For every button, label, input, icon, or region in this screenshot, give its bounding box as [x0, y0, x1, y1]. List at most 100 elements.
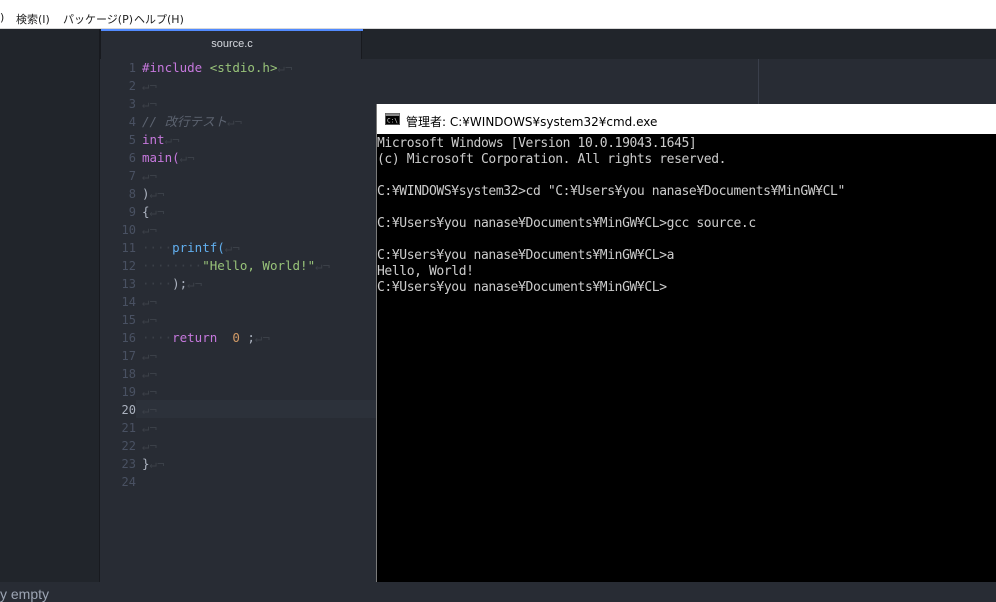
eol-mark: ↵¬ [142, 420, 158, 435]
eol-mark: ↵¬ [277, 60, 293, 75]
return-keyword: return [172, 330, 218, 345]
code-line-18: ↵¬ [142, 365, 157, 383]
line-number-active: 20 [121, 403, 136, 417]
code-line-6: main(↵¬ [142, 149, 195, 167]
include-header: <stdio.h> [209, 60, 278, 75]
eol-mark: ↵¬ [164, 132, 180, 147]
wrap-guide [758, 59, 759, 105]
code-line-17: ↵¬ [142, 347, 157, 365]
line-number: 1 [128, 61, 136, 75]
tree-view-empty-message: y empty [0, 586, 50, 602]
console-prompt-line: C:¥Users¥you nanase¥Documents¥MinGW¥CL> [377, 280, 667, 295]
line-number: 13 [121, 277, 136, 291]
line-number: 8 [128, 187, 136, 201]
menu-item-help[interactable]: ヘルプ(H) [134, 11, 184, 27]
code-line-4: // 改行テスト↵¬ [142, 113, 242, 131]
type-keyword: int [142, 132, 165, 147]
eol-mark: ↵¬ [142, 78, 158, 93]
line-number: 18 [121, 367, 136, 381]
line-number: 10 [121, 223, 136, 237]
code-line-1: #include <stdio.h>↵¬ [142, 59, 293, 77]
indent-mark: ···· [142, 330, 173, 345]
line-number: 12 [121, 259, 136, 273]
line-number: 5 [128, 133, 136, 147]
call-close: ); [172, 276, 188, 291]
semicolon: ; [247, 330, 255, 345]
code-line-10: ↵¬ [142, 221, 157, 239]
line-number: 9 [128, 205, 136, 219]
indent-mark: ···· [142, 240, 173, 255]
code-line-23: }↵¬ [142, 455, 165, 473]
line-number: 14 [121, 295, 136, 309]
code-line-21: ↵¬ [142, 419, 157, 437]
eol-mark: ↵¬ [142, 294, 158, 309]
code-line-2: ↵¬ [142, 77, 157, 95]
line-number: 22 [121, 439, 136, 453]
line-number: 11 [121, 241, 136, 255]
code-line-5: int↵¬ [142, 131, 180, 149]
tab-label: source.c [211, 38, 253, 50]
line-number: 7 [128, 169, 136, 183]
console-line: (c) Microsoft Corporation. All rights re… [377, 152, 727, 167]
tree-view-panel: y empty [0, 29, 100, 602]
printf-call: printf( [172, 240, 225, 255]
eol-mark: ↵¬ [315, 258, 331, 273]
code-line-13: ····);↵¬ [142, 275, 202, 293]
line-number: 24 [121, 475, 136, 489]
eol-mark: ↵¬ [142, 168, 158, 183]
code-line-15: ↵¬ [142, 311, 157, 329]
line-number: 6 [128, 151, 136, 165]
menu-item-partial[interactable]: ) [0, 11, 4, 24]
console-line: C:¥Users¥you nanase¥Documents¥MinGW¥CL>g… [377, 216, 756, 231]
console-line: Hello, World! [377, 264, 474, 279]
eol-mark: ↵¬ [149, 456, 165, 471]
indent-mark: ········ [142, 258, 203, 273]
menu-item-search[interactable]: 検索(I) [16, 11, 50, 27]
eol-mark: ↵¬ [254, 330, 270, 345]
brace-open: { [142, 204, 150, 219]
eol-mark: ↵¬ [179, 150, 195, 165]
code-line-20: ↵¬ [142, 401, 157, 419]
eol-mark: ↵¬ [149, 204, 165, 219]
console-line: C:¥WINDOWS¥system32>cd "C:¥Users¥you nan… [377, 184, 845, 199]
cmd-icon: C:\ [385, 113, 400, 125]
eol-mark: ↵¬ [142, 438, 158, 453]
cmd-titlebar[interactable]: C:\ 管理者: C:¥WINDOWS¥system32¥cmd.exe [377, 104, 996, 134]
menu-bar: ) 検索(I) パッケージ(P) ヘルプ(H) [0, 0, 996, 29]
eol-mark: ↵¬ [142, 312, 158, 327]
eol-mark: ↵¬ [142, 348, 158, 363]
eol-mark: ↵¬ [142, 96, 158, 111]
eol-mark: ↵¬ [142, 402, 158, 417]
eol-mark: ↵¬ [142, 366, 158, 381]
eol-mark: ↵¬ [224, 240, 240, 255]
paren: ) [142, 186, 150, 201]
cmd-window[interactable]: C:\ 管理者: C:¥WINDOWS¥system32¥cmd.exe Mic… [376, 104, 996, 582]
line-number: 23 [121, 457, 136, 471]
cmd-console-output[interactable]: Microsoft Windows [Version 10.0.19043.16… [377, 136, 996, 582]
line-number: 21 [121, 421, 136, 435]
tab-bar: source.c [100, 29, 996, 59]
string-literal: "Hello, World!" [202, 258, 316, 273]
code-line-12: ········"Hello, World!"↵¬ [142, 257, 330, 275]
tab-source-c[interactable]: source.c [100, 29, 363, 59]
line-number-gutter: 1 2 3 4 5 6 7 8 9 10 11 12 13 14 15 16 1… [100, 59, 136, 582]
console-line: C:¥Users¥you nanase¥Documents¥MinGW¥CL>a [377, 248, 675, 263]
line-number: 19 [121, 385, 136, 399]
menu-item-packages[interactable]: パッケージ(P) [63, 11, 133, 27]
code-line-7: ↵¬ [142, 167, 157, 185]
line-number: 2 [128, 79, 136, 93]
line-number: 15 [121, 313, 136, 327]
svg-text:C:\: C:\ [387, 118, 398, 125]
eol-mark: ↵¬ [227, 114, 243, 129]
brace-close: } [142, 456, 150, 471]
comment: // 改行テスト [142, 114, 228, 129]
line-number: 16 [121, 331, 136, 345]
tab-active-indicator [101, 29, 363, 31]
cmd-title: 管理者: C:¥WINDOWS¥system32¥cmd.exe [406, 115, 658, 129]
include-directive: #include [142, 60, 203, 75]
line-number: 3 [128, 97, 136, 111]
indent-mark: ···· [142, 276, 173, 291]
function-name: main( [142, 150, 180, 165]
code-line-16: ····return 0 ;↵¬ [142, 329, 270, 347]
code-line-9: {↵¬ [142, 203, 165, 221]
